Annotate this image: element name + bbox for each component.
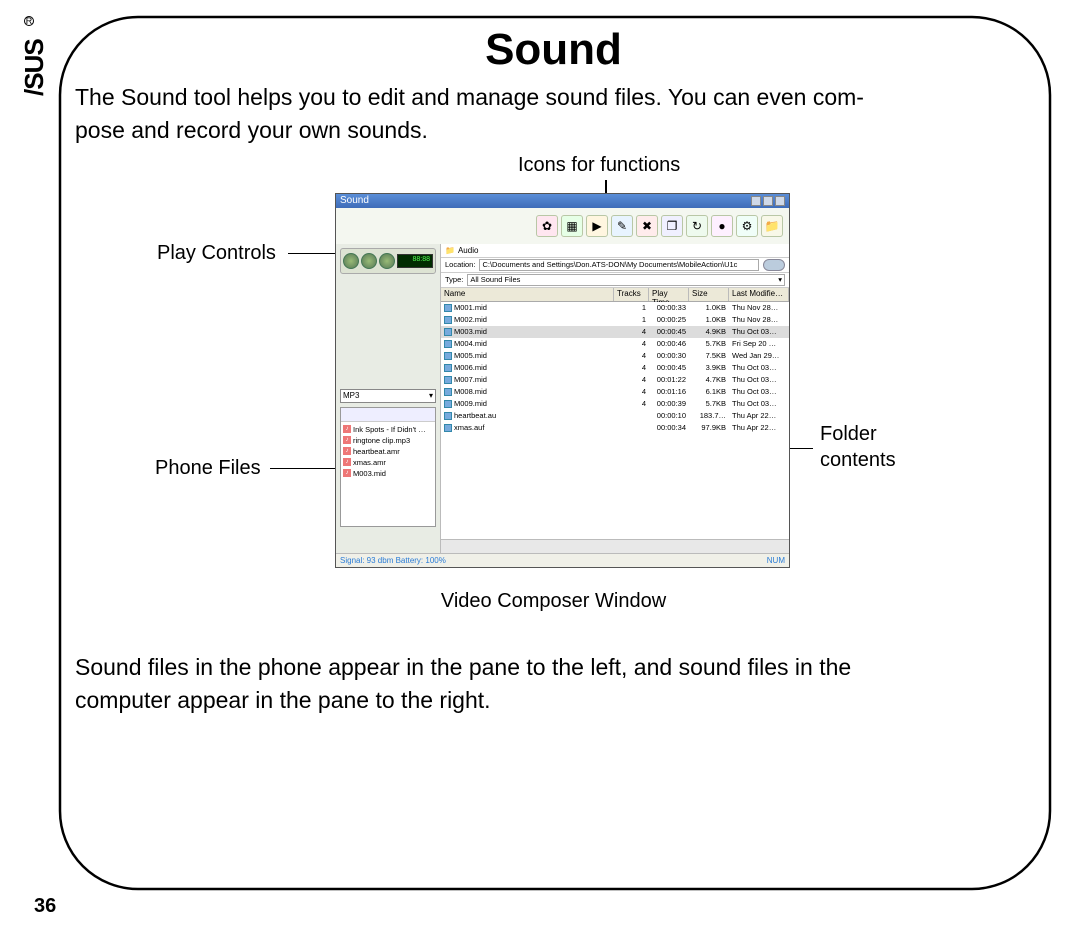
- page-number: 36: [34, 895, 56, 918]
- callout-phone-files: Phone Files: [155, 456, 261, 480]
- table-row[interactable]: M001.mid100:00:331.0KBThu Nov 28…: [441, 302, 789, 314]
- registered-mark: R: [24, 16, 34, 26]
- left-panel: 88:88 MP3 ▾ ♪Ink Spots - If Didn't …♪ring…: [336, 244, 441, 553]
- tool-icon-record[interactable]: ●: [711, 215, 733, 237]
- window-titlebar: Sound: [336, 194, 789, 208]
- list-item[interactable]: ♪Ink Spots - If Didn't …: [343, 424, 433, 435]
- type-filter: Type: All Sound Files ▾: [441, 273, 789, 288]
- table-row[interactable]: M008.mid400:01:166.1KBThu Oct 03…: [441, 386, 789, 398]
- brand-logo: /SUS: [19, 39, 50, 96]
- stop-button[interactable]: [361, 253, 377, 269]
- col-size[interactable]: Size: [689, 288, 729, 301]
- go-button[interactable]: [763, 259, 785, 271]
- play-button[interactable]: [343, 253, 359, 269]
- tool-icon-edit[interactable]: ✎: [611, 215, 633, 237]
- callout-folder-contents-1: Folder: [820, 422, 877, 446]
- phone-files-panel: ♪Ink Spots - If Didn't …♪ringtone clip.m…: [340, 407, 436, 527]
- time-display: 88:88: [397, 254, 433, 268]
- table-row[interactable]: M002.mid100:00:251.0KBThu Nov 28…: [441, 314, 789, 326]
- dropdown-arrow-icon: ▾: [778, 275, 782, 284]
- dropdown-arrow-icon: ▾: [429, 391, 433, 400]
- table-header[interactable]: Name Tracks Play Time Size Last Modifie…: [441, 288, 789, 302]
- outro-text-1: Sound files in the phone appear in the p…: [75, 653, 1032, 682]
- status-bar: Signal: 93 dbm Battery: 100% NUM: [336, 553, 789, 567]
- type-label: Type:: [445, 275, 463, 284]
- tool-icon-settings[interactable]: ⚙: [736, 215, 758, 237]
- window-buttons: [751, 196, 785, 206]
- phone-file-list[interactable]: ♪Ink Spots - If Didn't …♪ringtone clip.m…: [341, 422, 435, 481]
- right-panel: 📁Audio Location: Type: All Sound Files▾ …: [441, 244, 789, 553]
- close-button[interactable]: [775, 196, 785, 206]
- col-name[interactable]: Name: [441, 288, 614, 301]
- table-row[interactable]: M009.mid400:00:395.7KBThu Oct 03…: [441, 398, 789, 410]
- maximize-button[interactable]: [763, 196, 773, 206]
- callout-line-phone: [270, 468, 345, 470]
- list-item[interactable]: ♪heartbeat.amr: [343, 446, 433, 457]
- intro-text-1: The Sound tool helps you to edit and man…: [75, 83, 1032, 112]
- table-row[interactable]: xmas.auf00:00:3497.9KBThu Apr 22…: [441, 422, 789, 434]
- table-row[interactable]: M004.mid400:00:465.7KBFri Sep 20 …: [441, 338, 789, 350]
- type-dropdown[interactable]: All Sound Files ▾: [467, 274, 785, 286]
- table-row[interactable]: M007.mid400:01:224.7KBThu Oct 03…: [441, 374, 789, 386]
- numlock-indicator: NUM: [767, 556, 785, 565]
- intro-text-2: pose and record your own sounds.: [75, 116, 1032, 145]
- signal-status: Signal: 93 dbm Battery: 100%: [340, 556, 446, 565]
- list-item[interactable]: ♪xmas.amr: [343, 457, 433, 468]
- breadcrumb[interactable]: 📁Audio: [441, 244, 789, 258]
- tool-icon-copy[interactable]: ❐: [661, 215, 683, 237]
- sound-window: Sound ✿ ▦ ▶ ✎ ✖ ❐ ↻ ● ⚙ 📁: [335, 193, 790, 568]
- manual-page: R /SUS 36 Sound The Sound tool helps you…: [0, 0, 1080, 929]
- callout-folder-contents-2: contents: [820, 448, 896, 472]
- tool-icon-refresh[interactable]: ↻: [686, 215, 708, 237]
- location-bar: Location:: [441, 258, 789, 273]
- folder-icon: 📁: [445, 246, 455, 255]
- tool-icon-play[interactable]: ▶: [586, 215, 608, 237]
- toolbar: ✿ ▦ ▶ ✎ ✖ ❐ ↻ ● ⚙ 📁: [336, 208, 789, 244]
- play-controls: 88:88: [340, 248, 436, 274]
- content-area: Sound The Sound tool helps you to edit a…: [75, 25, 1032, 869]
- tool-icon-delete[interactable]: ✖: [636, 215, 658, 237]
- format-select[interactable]: MP3 ▾: [340, 389, 436, 403]
- callout-icons-functions: Icons for functions: [518, 153, 680, 177]
- phone-image-placeholder: [341, 408, 435, 422]
- tool-icon-folder[interactable]: 📁: [761, 215, 783, 237]
- page-title: Sound: [75, 25, 1032, 75]
- figure-area: Icons for functions Play Controls Phone …: [75, 158, 1032, 643]
- horizontal-scrollbar[interactable]: [441, 539, 789, 553]
- table-row[interactable]: heartbeat.au00:00:10183.7…Thu Apr 22…: [441, 410, 789, 422]
- client-area: 88:88 MP3 ▾ ♪Ink Spots - If Didn't …♪ring…: [336, 244, 789, 553]
- format-select-value: MP3: [343, 391, 359, 400]
- file-table-body[interactable]: M001.mid100:00:331.0KBThu Nov 28…M002.mi…: [441, 302, 789, 539]
- type-value: All Sound Files: [470, 275, 520, 284]
- window-title: Sound: [340, 195, 369, 206]
- table-row[interactable]: M003.mid400:00:454.9KBThu Oct 03…: [441, 326, 789, 338]
- pause-button[interactable]: [379, 253, 395, 269]
- tool-icon-open[interactable]: ▦: [561, 215, 583, 237]
- col-tracks[interactable]: Tracks: [614, 288, 649, 301]
- breadcrumb-label: Audio: [458, 246, 478, 255]
- minimize-button[interactable]: [751, 196, 761, 206]
- outro-text-2: computer appear in the pane to the right…: [75, 686, 1032, 715]
- list-item[interactable]: ♪M003.mid: [343, 468, 433, 479]
- list-item[interactable]: ♪ringtone clip.mp3: [343, 435, 433, 446]
- col-play[interactable]: Play Time: [649, 288, 689, 301]
- callout-play-controls: Play Controls: [157, 241, 276, 265]
- col-mod[interactable]: Last Modifie…: [729, 288, 789, 301]
- location-input[interactable]: [479, 259, 759, 271]
- tool-icon-new[interactable]: ✿: [536, 215, 558, 237]
- table-row[interactable]: M006.mid400:00:453.9KBThu Oct 03…: [441, 362, 789, 374]
- table-row[interactable]: M005.mid400:00:307.5KBWed Jan 29…: [441, 350, 789, 362]
- location-label: Location:: [445, 260, 475, 269]
- figure-caption: Video Composer Window: [441, 590, 666, 613]
